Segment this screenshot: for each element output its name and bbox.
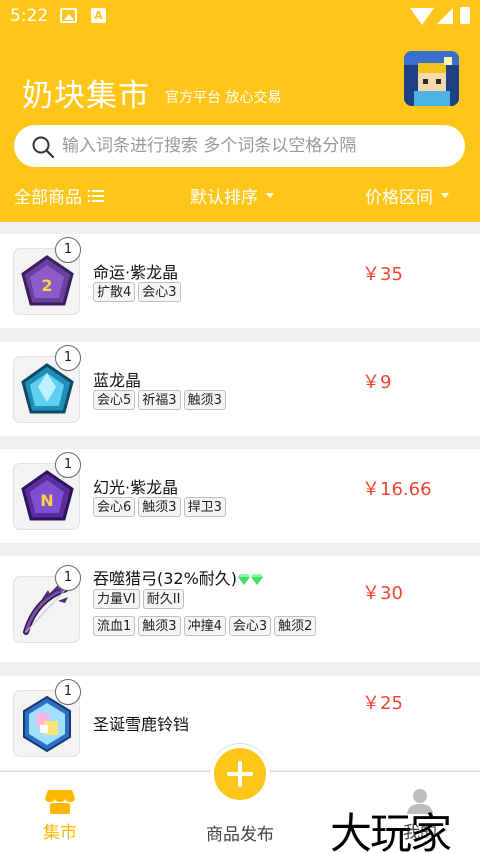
store-icon xyxy=(45,790,75,814)
filter-price-range-label: 价格区间 xyxy=(365,188,433,208)
search-icon xyxy=(32,136,55,159)
svg-text:N: N xyxy=(40,491,53,510)
avatar[interactable] xyxy=(404,51,459,106)
image-notification-icon xyxy=(60,8,77,23)
filter-sort[interactable]: 默认排序 xyxy=(190,183,274,208)
product-name: 圣诞雪鹿铃铛 xyxy=(93,715,190,734)
product-price: ￥35 xyxy=(362,264,403,285)
tab-publish-label: 商品发布 xyxy=(206,825,274,845)
product-price: ￥25 xyxy=(362,693,403,714)
list-icon xyxy=(88,189,104,203)
product-card[interactable]: 1 蓝龙晶 会心5 祈福3 触须3 ￥9 xyxy=(0,342,480,436)
caret-down-icon xyxy=(441,193,449,198)
product-card[interactable]: 1 吞噬猎弓(32%耐久) 力量VI 耐久II 流血1 触须3 冲撞4 会心3 … xyxy=(0,556,480,662)
product-thumbnail: N 1 xyxy=(13,452,81,530)
battery-icon xyxy=(460,7,470,24)
add-product-button[interactable] xyxy=(210,744,270,804)
tag: 触须3 xyxy=(183,390,226,410)
filter-sort-label: 默认排序 xyxy=(190,188,258,208)
filter-price-range[interactable]: 价格区间 xyxy=(365,183,449,208)
tag: 触须2 xyxy=(274,616,317,636)
tag: 冲撞4 xyxy=(183,616,226,636)
wifi-icon xyxy=(410,8,434,25)
tag: 会心6 xyxy=(93,497,136,517)
product-card[interactable]: 2 1 命运·紫龙晶 扩散4 会心3 ￥35 xyxy=(0,234,480,328)
product-name: 命运·紫龙晶 xyxy=(93,263,179,282)
tag-row: 会心6 触须3 捍卫3 xyxy=(93,497,229,517)
tag: 力量VI xyxy=(93,589,140,609)
page-title: 奶块集市 xyxy=(22,78,150,114)
signal-icon xyxy=(437,8,453,24)
quantity-badge: 1 xyxy=(55,679,81,705)
tag: 祈福3 xyxy=(138,390,181,410)
product-thumbnail: 1 xyxy=(13,679,81,757)
tag-row: 流血1 触须3 冲撞4 会心3 触须2 xyxy=(93,616,319,636)
product-thumbnail: 1 xyxy=(13,565,81,643)
product-price: ￥16.66 xyxy=(362,479,432,500)
search-bar[interactable] xyxy=(14,125,465,167)
quantity-badge: 1 xyxy=(55,452,81,478)
product-name: 幻光·紫龙晶 xyxy=(93,478,179,497)
tag-row: 会心5 祈福3 触须3 xyxy=(93,390,229,410)
quantity-badge: 1 xyxy=(55,345,81,371)
tag: 会心3 xyxy=(138,282,181,302)
filter-all-products-label: 全部商品 xyxy=(14,188,82,208)
tag: 流血1 xyxy=(93,616,136,636)
status-bar: 5:22 A xyxy=(0,0,480,32)
quantity-badge: 1 xyxy=(55,237,81,263)
status-time: 5:22 xyxy=(10,6,49,26)
green-gem-icon xyxy=(251,574,264,585)
tab-market-label: 集市 xyxy=(43,823,77,843)
svg-text:2: 2 xyxy=(41,276,52,295)
product-price: ￥30 xyxy=(362,583,403,604)
product-name: 吞噬猎弓(32%耐久) xyxy=(93,565,264,589)
product-name: 蓝龙晶 xyxy=(93,371,142,390)
search-input[interactable] xyxy=(62,125,452,167)
watermark: 大玩家 xyxy=(330,809,452,853)
tag: 会心3 xyxy=(228,616,272,636)
product-name-text: 吞噬猎弓(32%耐久) xyxy=(93,569,238,588)
product-thumbnail: 1 xyxy=(13,345,81,423)
page-slogan: 官方平台 放心交易 xyxy=(165,90,282,106)
product-thumbnail: 2 1 xyxy=(13,237,81,315)
tag-row: 扩散4 会心3 xyxy=(93,282,184,302)
product-price: ￥9 xyxy=(362,372,392,393)
header: 5:22 A 奶块集市 官方平台 放心交易 全部商品 xyxy=(0,0,480,222)
tab-market[interactable]: 集市 xyxy=(30,788,90,843)
filter-bar: 全部商品 默认排序 价格区间 xyxy=(0,178,480,212)
product-card[interactable]: N 1 幻光·紫龙晶 会心6 触须3 捍卫3 ￥16.66 xyxy=(0,449,480,543)
tag: 触须3 xyxy=(138,497,181,517)
tag: 触须3 xyxy=(138,616,181,636)
quantity-badge: 1 xyxy=(55,565,81,591)
tag: 会心5 xyxy=(93,390,136,410)
tag: 耐久II xyxy=(142,589,185,609)
tag: 扩散4 xyxy=(93,282,136,302)
a-notification-icon: A xyxy=(91,8,106,23)
tag-row: 力量VI 耐久II xyxy=(93,589,187,609)
caret-down-icon xyxy=(266,193,274,198)
green-gem-icon xyxy=(238,574,251,585)
tag: 捍卫3 xyxy=(183,497,226,517)
filter-all-products[interactable]: 全部商品 xyxy=(14,183,104,208)
